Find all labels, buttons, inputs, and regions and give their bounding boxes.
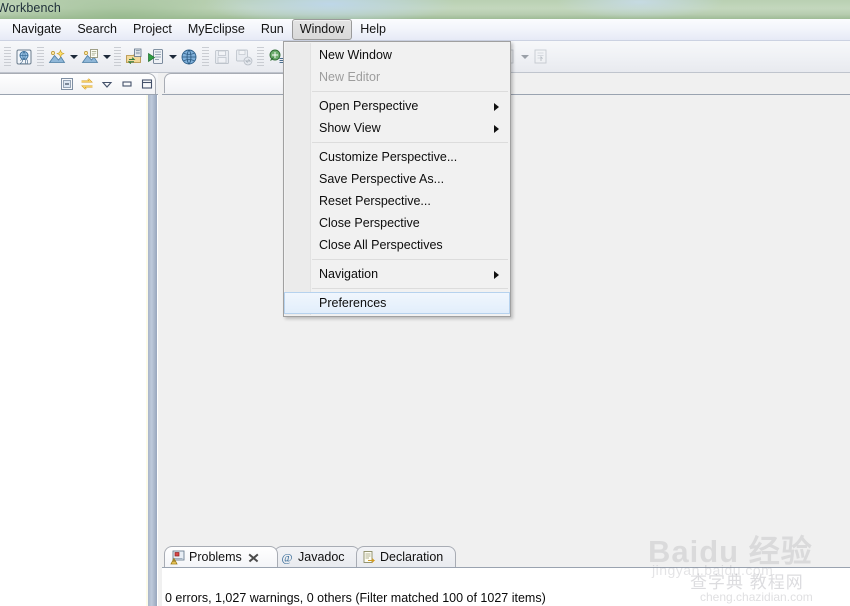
menu-run[interactable]: Run (253, 19, 292, 40)
menu-item-close-all-perspectives[interactable]: Close All Perspectives (284, 234, 510, 256)
submenu-arrow-icon (494, 103, 499, 111)
left-view-content[interactable] (0, 94, 158, 606)
menu-item-save-perspective-as[interactable]: Save Perspective As... (284, 168, 510, 190)
tab-problems-label: Problems (189, 550, 242, 564)
bottom-view-stack: Problems @ Javadoc Declaration 0 errors,… (162, 546, 850, 606)
menu-item-customize-perspective[interactable]: Customize Perspective... (284, 146, 510, 168)
problems-view-client: 0 errors, 1,027 warnings, 0 others (Filt… (162, 567, 850, 606)
view-menu-icon[interactable] (98, 75, 115, 92)
left-view-vertical-scrollbar[interactable] (148, 95, 157, 606)
left-view-stack (0, 73, 158, 606)
menu-myeclipse[interactable]: MyEclipse (180, 19, 253, 40)
menu-item-show-view[interactable]: Show View (284, 117, 510, 139)
menu-bar: Navigate Search Project MyEclipse Run Wi… (0, 19, 850, 41)
tab-declaration-label: Declaration (380, 550, 444, 564)
save-all-dim-icon (233, 46, 255, 68)
menu-item-label: Navigation (319, 267, 379, 281)
menu-item-open-perspective[interactable]: Open Perspective (284, 95, 510, 117)
toolbar-grip[interactable] (257, 46, 264, 67)
toolbar-grip[interactable] (4, 46, 11, 67)
previous-annotation-dim-icon (530, 46, 552, 68)
new-deployment-icon[interactable] (46, 46, 68, 68)
submenu-arrow-icon (494, 125, 499, 133)
menu-separator (284, 139, 510, 146)
eclipse-workbench-window: Workbench Navigate Search Project MyEcli… (0, 0, 850, 606)
problems-status-text: 0 errors, 1,027 warnings, 0 others (Filt… (165, 591, 546, 605)
horizontal-sash[interactable] (162, 538, 850, 546)
open-browser-globe-icon[interactable] (178, 46, 200, 68)
run-server-icon[interactable] (145, 46, 167, 68)
menu-search[interactable]: Search (69, 19, 125, 40)
menu-item-new-editor: New Editor (319, 70, 381, 84)
tab-declaration[interactable]: Declaration (356, 546, 456, 567)
editor-tab-placeholder[interactable] (164, 73, 289, 93)
deploy-server-icon[interactable] (123, 46, 145, 68)
menu-item-close-perspective[interactable]: Close Perspective (284, 212, 510, 234)
menu-separator (284, 285, 510, 292)
maximize-icon[interactable] (138, 75, 155, 92)
chevron-down-icon[interactable] (68, 46, 79, 68)
minimize-icon[interactable] (118, 75, 135, 92)
menu-separator (284, 88, 510, 95)
javadoc-at-icon: @ (280, 550, 294, 565)
chevron-down-icon[interactable] (167, 46, 178, 68)
toolbar-grip[interactable] (202, 46, 209, 67)
menu-window[interactable]: Window (291, 19, 353, 40)
problems-icon (170, 550, 185, 565)
left-view-tab-row (0, 73, 158, 94)
menu-separator (284, 256, 510, 263)
menu-help[interactable]: Help (352, 19, 394, 40)
save-dim-icon (211, 46, 233, 68)
menu-item-preferences[interactable]: Preferences (284, 292, 510, 314)
menu-navigate[interactable]: Navigate (4, 19, 69, 40)
menu-item-label: Show View (319, 121, 381, 135)
submenu-arrow-icon (494, 271, 499, 279)
chevron-down-icon (519, 46, 530, 68)
edit-deployment-icon[interactable] (79, 46, 101, 68)
collapse-all-icon[interactable] (58, 75, 75, 92)
window-menu-popup: New Window New Editor Open Perspective S… (283, 41, 511, 317)
declaration-icon (362, 550, 376, 564)
chevron-down-icon[interactable] (101, 46, 112, 68)
window-title: Workbench (0, 1, 61, 15)
menu-item-reset-perspective[interactable]: Reset Perspective... (284, 190, 510, 212)
tab-javadoc-label: Javadoc (298, 550, 345, 564)
svg-text:2.0: 2.0 (20, 60, 29, 66)
tab-javadoc[interactable]: @ Javadoc (274, 546, 360, 567)
menu-item-new-window[interactable]: New Window (284, 44, 510, 66)
close-icon[interactable] (248, 552, 259, 563)
window-title-bar: Workbench (0, 0, 850, 19)
bottom-view-tab-row: Problems @ Javadoc Declaration (162, 546, 850, 568)
tab-problems[interactable]: Problems (164, 546, 278, 567)
link-with-editor-icon[interactable] (78, 75, 95, 92)
svg-text:@: @ (281, 551, 292, 565)
toolbar-grip[interactable] (37, 46, 44, 67)
menu-item-label: Open Perspective (319, 99, 419, 113)
menu-item-navigation[interactable]: Navigation (284, 263, 510, 285)
toolbar-grip[interactable] (114, 46, 121, 67)
web-browser-20-icon[interactable]: 2.0 (13, 46, 35, 68)
left-view-toolbar (58, 75, 155, 92)
menu-project[interactable]: Project (125, 19, 180, 40)
